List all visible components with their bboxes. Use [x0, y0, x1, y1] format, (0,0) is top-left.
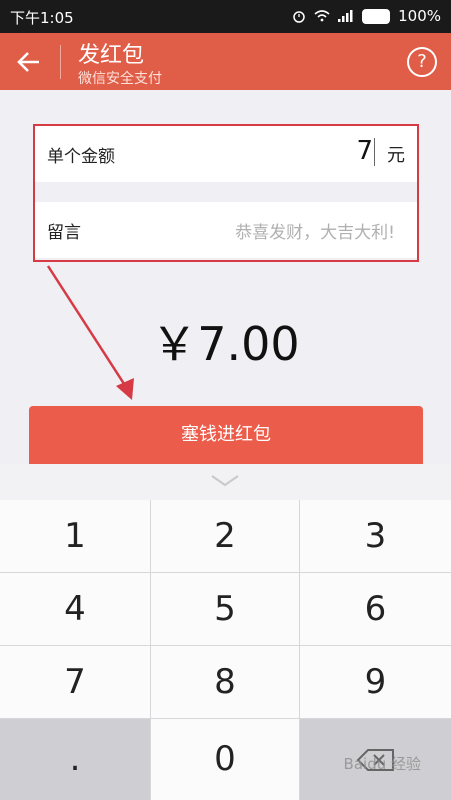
amount-input[interactable]: 7 — [356, 136, 373, 166]
status-icons: 100% — [292, 7, 441, 25]
wifi-icon — [314, 10, 330, 22]
amount-row[interactable]: 单个金额 7 元 — [35, 126, 417, 182]
key-4[interactable]: 4 — [0, 573, 150, 645]
key-1[interactable]: 1 — [0, 500, 150, 572]
watermark-text: Baidu 经验 — [343, 755, 421, 773]
message-label: 留言 — [47, 223, 81, 243]
red-packet-form: 单个金额 7 元 留言 恭喜发财，大吉大利! — [33, 124, 419, 262]
key-7[interactable]: 7 — [0, 646, 150, 718]
message-row[interactable]: 留言 恭喜发财，大吉大利! — [35, 202, 417, 258]
page-subtitle: 微信安全支付 — [78, 71, 162, 87]
status-time: 下午1:05 — [10, 9, 74, 27]
amount-unit: 元 — [387, 145, 405, 166]
key-0[interactable]: 0 — [151, 719, 299, 800]
key-9[interactable]: 9 — [300, 646, 451, 718]
key-2[interactable]: 2 — [151, 500, 299, 572]
put-money-button[interactable]: 塞钱进红包 — [29, 406, 423, 464]
back-arrow-icon[interactable] — [14, 47, 44, 77]
key-8[interactable]: 8 — [151, 646, 299, 718]
alarm-icon — [293, 11, 305, 23]
header-divider — [60, 45, 61, 79]
message-input[interactable]: 恭喜发财，大吉大利! — [235, 218, 395, 243]
keyboard-collapse-bar[interactable] — [0, 464, 451, 500]
app-header: 发红包 微信安全支付 ? — [0, 33, 451, 90]
battery-icon — [362, 8, 391, 24]
page-title: 发红包 — [78, 43, 145, 68]
chevron-down-icon[interactable] — [210, 474, 240, 488]
amount-label: 单个金额 — [47, 147, 115, 167]
screen: 下午1:05 100% 发红包 微信安全支付 ? 单个金额 7 元 留言 恭喜发… — [0, 0, 451, 800]
key-3[interactable]: 3 — [300, 500, 451, 572]
text-cursor — [374, 138, 375, 166]
help-icon[interactable]: ? — [407, 47, 437, 77]
battery-text: 100% — [398, 7, 441, 25]
status-bar: 下午1:05 100% — [0, 0, 451, 33]
key-5[interactable]: 5 — [151, 573, 299, 645]
total-amount: ￥7.00 — [151, 317, 300, 371]
key-6[interactable]: 6 — [300, 573, 451, 645]
signal-icon — [338, 10, 353, 22]
numeric-keyboard: 1 2 3 4 5 6 7 8 9 . 0 Baidu 经验 — [0, 464, 451, 800]
key-dot[interactable]: . — [0, 719, 150, 800]
